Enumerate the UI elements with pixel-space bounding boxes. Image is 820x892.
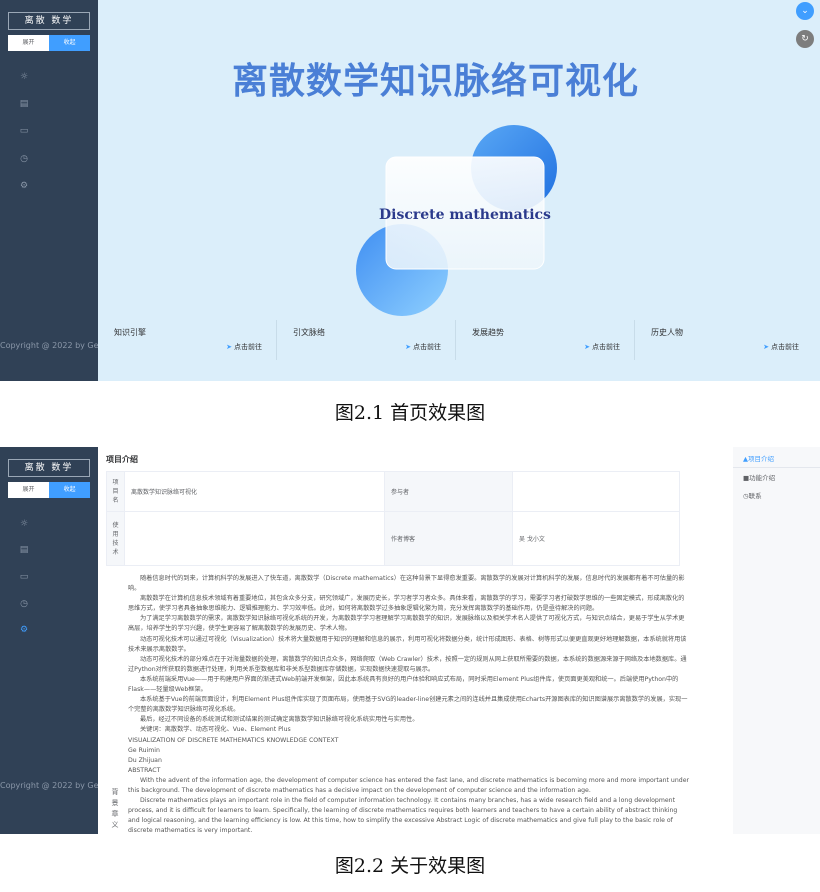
gear-icon[interactable]: ⚙	[19, 181, 29, 191]
english-title: VISUALIZATION OF DISCRETE MATHEMATICS KN…	[128, 736, 339, 744]
nav-item-contact[interactable]: ◷联系	[743, 490, 762, 500]
home-main: 离散数学知识脉络可视化 Discrete mathematics ⌄ ↻ 知识引…	[98, 0, 820, 381]
sun-icon[interactable]: ☼	[19, 519, 29, 529]
about-screenshot: 离散 数学 展开 收起 ☼ ▤ ▭ ◷ ⚙ Copyright @ 2022 b…	[0, 447, 820, 834]
hero-title: 离散数学知识脉络可视化	[231, 61, 639, 102]
label-project-name: 项目名	[106, 471, 125, 512]
gear-icon[interactable]: ⚙	[19, 625, 29, 635]
expand-button[interactable]: 展开	[8, 35, 49, 51]
project-info-table: 项目名 离散数学知识脉络可视化 参与者 使用技术 作者博客 吴 戈小文	[106, 471, 680, 566]
sun-icon[interactable]: ☼	[19, 72, 29, 82]
card-title: 引文脉络	[293, 328, 325, 337]
sidebar-toggle: 展开 收起	[8, 35, 90, 51]
card-title: 知识引擎	[114, 328, 146, 337]
send-icon: ➤	[763, 343, 769, 351]
paragraph: 随着信息时代的到来，计算机科学的发展进入了快车道，离散数学（Discrete m…	[128, 575, 685, 593]
brand-logo[interactable]: 离散 数学	[8, 459, 90, 477]
about-main: 项目介绍 项目名 离散数学知识脉络可视化 参与者 使用技术 作者博客 吴 戈小文…	[98, 447, 733, 834]
card-knowledge-engine[interactable]: 知识引擎 ➤ 点击前往	[100, 315, 276, 361]
paragraph: 动态可视化技术的部分难点在于对海量数据的处理，离散数学的知识点众多，网络爬取（W…	[128, 655, 687, 673]
label-author-blog: 作者博客	[384, 511, 513, 566]
card-divider	[634, 320, 635, 360]
send-icon: ➤	[405, 343, 411, 351]
card-link[interactable]: ➤ 点击前往	[763, 342, 799, 352]
send-icon: ➤	[584, 343, 590, 351]
sidebar: 离散 数学 展开 收起 ☼ ▤ ▭ ◷ ⚙ Copyright @ 2022 b…	[0, 447, 99, 834]
background-label: 背景章义	[111, 788, 119, 829]
value-project-name: 离散数学知识脉络可视化	[124, 471, 385, 512]
card-divider	[455, 320, 456, 360]
card-title: 发展趋势	[472, 328, 504, 337]
paragraph: 离散数学在计算机信息技术领域有着重要地位，其包含众多分支，研究领域广，发展历史长…	[128, 595, 685, 613]
send-icon: ➤	[226, 343, 232, 351]
card-link[interactable]: ➤ 点击前往	[584, 342, 620, 352]
project-description: 随着信息时代的到来，计算机科学的发展进入了快车道，离散数学（Discrete m…	[128, 574, 690, 834]
card-development-trend[interactable]: 发展趋势 ➤ 点击前往	[458, 315, 634, 361]
figure-caption-2: 图2.2 关于效果图	[334, 855, 486, 877]
hero-card-text: Discrete mathematics	[379, 207, 551, 223]
collapse-button[interactable]: 收起	[49, 35, 90, 51]
monitor-icon[interactable]: ▭	[19, 572, 29, 582]
author-blog-link[interactable]: 吴 戈小文	[512, 511, 680, 566]
paragraph: 本系统前端采用Vue——用于构建用户界面的渐进式Web前端开发框架，因此本系统具…	[128, 675, 679, 694]
collapse-button[interactable]: 收起	[49, 482, 90, 498]
keywords: 关键词：离散数学、动态可视化、Vue、Element Plus	[140, 726, 291, 734]
clock-icon[interactable]: ◷	[19, 599, 29, 609]
card-historical-figures[interactable]: 历史人物 ➤ 点击前往	[637, 315, 813, 361]
sidebar: 离散 数学 展开 收起 ☼ ▤ ▭ ◷ ⚙ Copyright @ 2022 b…	[0, 0, 99, 381]
nav-item-features[interactable]: ■功能介绍	[743, 472, 775, 482]
paragraph: 动态可视化技术可以通过可视化（Visualization）技术将大量数据用于知识…	[128, 635, 687, 653]
paragraph: 最后，经过不同设备的系统测试和测试结果的测试确定离散数学知识脉络可视化系统实用性…	[140, 716, 419, 724]
paragraph: 为了满足学习离散数学的需求，离散数学知识脉络可视化系统的开发，为离散数学学习者理…	[128, 615, 685, 633]
paragraph: 本系统基于Vue的前端页面设计，利用Element Plus组件库实现了页面布局…	[128, 696, 688, 714]
section-title: 项目介绍	[106, 455, 138, 464]
hero-illustration: Discrete mathematics	[356, 125, 557, 316]
figure-caption-1: 图2.1 首页效果图	[334, 402, 486, 424]
document-icon[interactable]: ▤	[19, 545, 29, 555]
card-link[interactable]: ➤ 点击前往	[405, 342, 441, 352]
refresh-icon[interactable]: ↻	[796, 30, 814, 48]
card-divider	[276, 320, 277, 360]
nav-item-project-intro[interactable]: ▲项目介绍	[743, 453, 774, 463]
homepage-screenshot: 离散 数学 展开 收起 ☼ ▤ ▭ ◷ ⚙ Copyright @ 2022 b…	[0, 0, 820, 381]
card-link[interactable]: ➤ 点击前往	[226, 342, 262, 352]
author-name: Ge Ruimin	[128, 746, 160, 754]
document-icon[interactable]: ▤	[19, 99, 29, 109]
card-title: 历史人物	[651, 328, 683, 337]
nav-divider	[733, 467, 820, 468]
monitor-icon[interactable]: ▭	[19, 126, 29, 136]
card-citation-context[interactable]: 引文脉络 ➤ 点击前往	[279, 315, 455, 361]
sidebar-toggle: 展开 收起	[8, 482, 90, 498]
value-technologies	[124, 511, 385, 566]
english-paragraph: With the advent of the information age, …	[128, 776, 690, 794]
copyright-text: Copyright @ 2022 by Ge	[0, 781, 99, 790]
anchor-nav: ▲项目介绍 ■功能介绍 ◷联系	[733, 447, 820, 834]
english-paragraph: Discrete mathematics plays an important …	[128, 797, 678, 834]
label-participants: 参与者	[384, 471, 513, 512]
author-name: Du Zhijuan	[128, 756, 162, 764]
brand-logo[interactable]: 离散 数学	[8, 12, 90, 30]
clock-icon[interactable]: ◷	[19, 154, 29, 164]
expand-button[interactable]: 展开	[8, 482, 49, 498]
abstract-heading: ABSTRACT	[128, 766, 161, 774]
copyright-text: Copyright @ 2022 by Ge	[0, 341, 99, 350]
chevron-down-icon[interactable]: ⌄	[796, 2, 814, 20]
label-technologies: 使用技术	[106, 511, 125, 566]
value-participants	[512, 471, 680, 512]
